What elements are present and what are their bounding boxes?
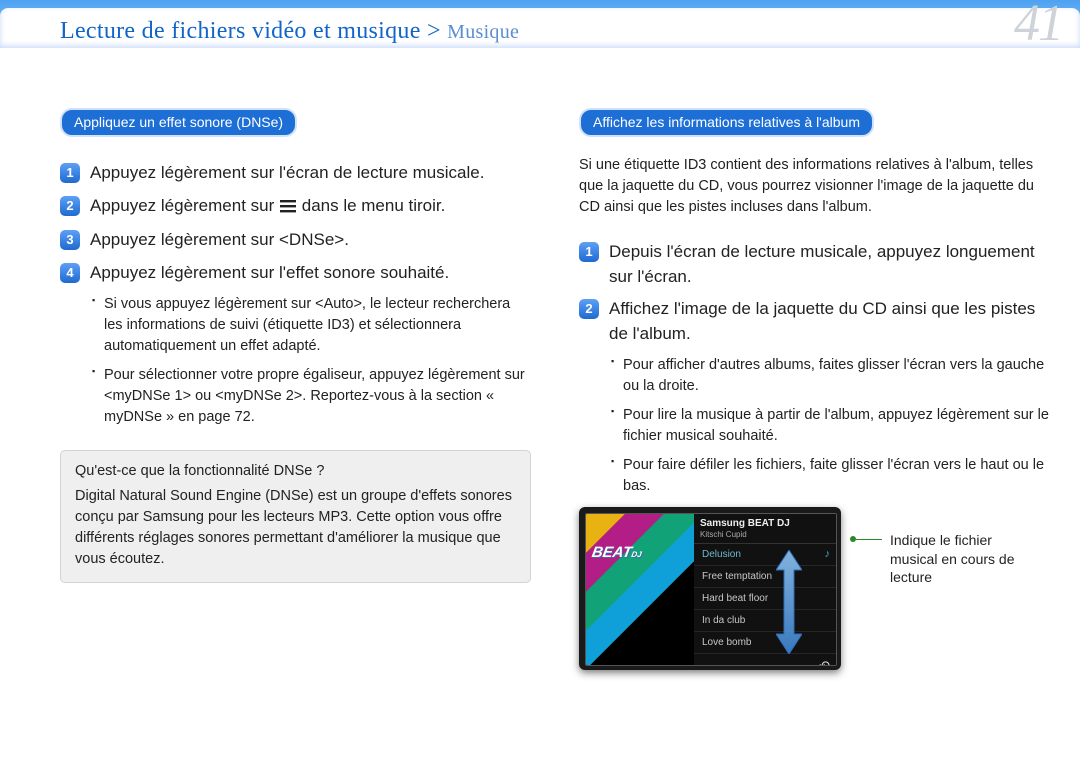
manual-page: Lecture de fichiers vidéo et musique > M… [0,0,1080,762]
back-arrow-icon: ↶ [819,658,830,666]
track-item: Hard beat floor [694,588,836,610]
callout-text: Indique le fichier musical en cours de l… [890,531,1040,588]
track-list: Samsung BEAT DJ Kitschi Cupid Delusion ♪… [694,514,836,665]
art-label: BEAT [591,544,634,561]
step-number: 1 [60,163,80,183]
right-column: Affichez les informations relatives à l'… [579,108,1050,742]
album-art-logo: BEATDJ [591,544,644,561]
step-row: 2 Affichez l'image de la jaquette du CD … [579,297,1050,346]
section-intro: Si une étiquette ID3 contient des inform… [579,155,1050,218]
track-item-selected: Delusion ♪ [694,544,836,566]
track-item: In da club [694,610,836,632]
music-note-icon: ♪ [825,548,831,560]
step-text: Affichez l'image de la jaquette du CD ai… [609,297,1050,346]
page-number: 41 [1014,0,1062,53]
step-number: 1 [579,242,599,262]
device-mockup: BEATDJ Samsung BEAT DJ Kitschi Cupid Del… [579,507,841,670]
section-title-dnse: Appliquez un effet sonore (DNSe) [60,108,297,137]
art-label-sub: DJ [631,550,643,559]
notes-list: Si vous appuyez légèrement sur <Auto>, l… [92,294,531,428]
info-question: Qu'est-ce que la fonctionnalité DNSe ? [75,461,516,482]
track-header: Samsung BEAT DJ Kitschi Cupid [694,514,836,544]
note-item: Pour afficher d'autres albums, faites gl… [611,355,1050,397]
track-item: Free temptation [694,566,836,588]
breadcrumb: Lecture de fichiers vidéo et musique > M… [60,18,519,45]
step-row: 1 Appuyez légèrement sur l'écran de lect… [60,161,531,186]
left-column: Appliquez un effet sonore (DNSe) 1 Appuy… [60,108,531,742]
info-answer: Digital Natural Sound Engine (DNSe) est … [75,486,516,570]
section-title-album: Affichez les informations relatives à l'… [579,108,874,137]
page-header: Lecture de fichiers vidéo et musique > M… [0,0,1080,48]
dnse-info-box: Qu'est-ce que la fonctionnalité DNSe ? D… [60,450,531,583]
device-illustration-row: BEATDJ Samsung BEAT DJ Kitschi Cupid Del… [579,507,1050,670]
note-item: Pour lire la musique à partir de l'album… [611,405,1050,447]
breadcrumb-main: Lecture de fichiers vidéo et musique [60,18,421,44]
step-row: 3 Appuyez légèrement sur <DNSe>. [60,228,531,253]
step2-before: Appuyez légèrement sur [90,196,279,215]
callout-line-icon [856,539,882,540]
step-text: Appuyez légèrement sur dans le menu tiro… [90,194,445,221]
back-row: ↶ [694,654,836,666]
step-number: 2 [60,196,80,216]
note-item: Si vous appuyez légèrement sur <Auto>, l… [92,294,531,357]
note-item: Pour faire défiler les fichiers, faite g… [611,455,1050,497]
step-text: Appuyez légèrement sur l'écran de lectur… [90,161,484,186]
step-text: Depuis l'écran de lecture musicale, appu… [609,240,1050,289]
album-art: BEATDJ [586,514,694,665]
device-screen: BEATDJ Samsung BEAT DJ Kitschi Cupid Del… [585,513,837,666]
step-row: 2 Appuyez légèrement sur dans le menu ti… [60,194,531,221]
step-row: 1 Depuis l'écran de lecture musicale, ap… [579,240,1050,289]
step-number: 4 [60,263,80,283]
breadcrumb-sub: Musique [447,21,519,43]
album-title: Samsung BEAT DJ [700,518,830,529]
step-text: Appuyez légèrement sur <DNSe>. [90,228,349,253]
album-artist: Kitschi Cupid [700,530,830,539]
step2-after: dans le menu tiroir. [302,196,446,215]
step-row: 4 Appuyez légèrement sur l'effet sonore … [60,261,531,286]
callout: Indique le fichier musical en cours de l… [851,531,1040,588]
menu-lines-icon [280,196,296,221]
step-number: 3 [60,230,80,250]
step-number: 2 [579,299,599,319]
page-body: Appliquez un effet sonore (DNSe) 1 Appuy… [60,108,1050,742]
track-item: Love bomb [694,632,836,654]
notes-list: Pour afficher d'autres albums, faites gl… [611,355,1050,497]
breadcrumb-sep: > [421,18,447,44]
step-text: Appuyez légèrement sur l'effet sonore so… [90,261,449,286]
note-item: Pour sélectionner votre propre égaliseur… [92,365,531,428]
track-name: Delusion [702,549,741,560]
